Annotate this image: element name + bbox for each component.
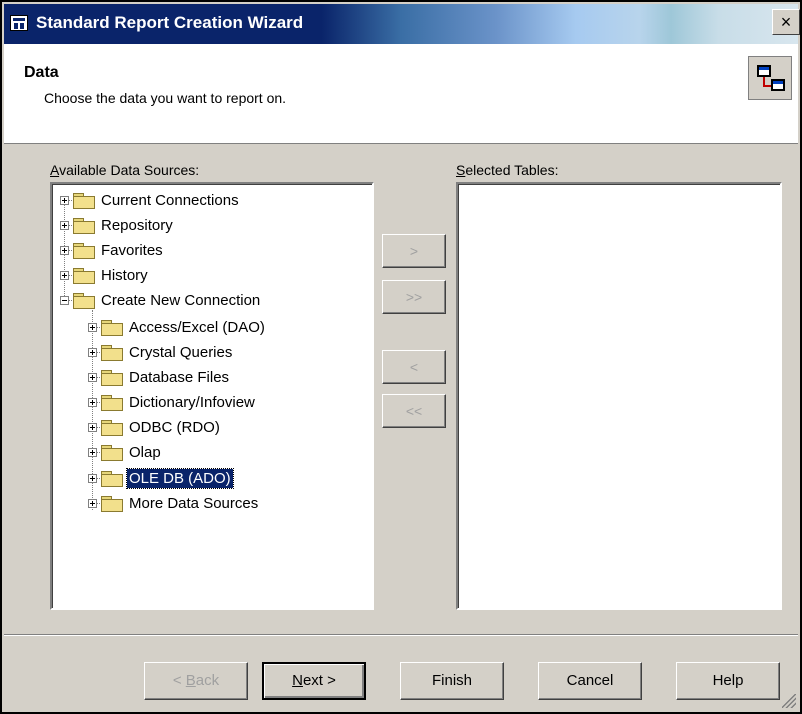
folder-icon bbox=[101, 419, 123, 436]
tree-item-odbc-rdo[interactable]: ODBC (RDO) bbox=[88, 415, 222, 439]
expand-icon[interactable] bbox=[88, 322, 97, 332]
expand-icon[interactable] bbox=[88, 498, 97, 508]
tree-item-favorites[interactable]: Favorites bbox=[60, 238, 165, 262]
tree-item-more-data-sources[interactable]: More Data Sources bbox=[88, 491, 260, 515]
data-tables-icon bbox=[748, 56, 792, 100]
tree-item-create-new-connection[interactable]: Create New Connection bbox=[60, 288, 262, 312]
expand-icon[interactable] bbox=[60, 245, 69, 255]
folder-icon bbox=[73, 192, 95, 209]
folder-icon bbox=[101, 319, 123, 336]
app-window-icon bbox=[10, 15, 28, 31]
available-sources-tree[interactable]: Current Connections Repository Favorites… bbox=[50, 182, 374, 610]
help-button[interactable]: Help bbox=[676, 662, 780, 700]
tree-item-history[interactable]: History bbox=[60, 263, 150, 287]
page-subtitle: Choose the data you want to report on. bbox=[44, 90, 287, 106]
wizard-window: Standard Report Creation Wizard × Data C… bbox=[0, 0, 802, 714]
folder-icon bbox=[73, 217, 95, 234]
expand-icon[interactable] bbox=[60, 195, 69, 205]
finish-button[interactable]: Finish bbox=[400, 662, 504, 700]
folder-icon bbox=[101, 394, 123, 411]
tree-item-current-connections[interactable]: Current Connections bbox=[60, 188, 241, 212]
folder-icon bbox=[101, 344, 123, 361]
back-button[interactable]: < Back bbox=[144, 662, 248, 700]
folder-icon bbox=[101, 444, 123, 461]
tree-item-access-excel-dao[interactable]: Access/Excel (DAO) bbox=[88, 315, 267, 339]
tree-item-crystal-queries[interactable]: Crystal Queries bbox=[88, 340, 234, 364]
cancel-button[interactable]: Cancel bbox=[538, 662, 642, 700]
tree-item-database-files[interactable]: Database Files bbox=[88, 365, 231, 389]
tree-item-olap[interactable]: Olap bbox=[88, 440, 163, 464]
add-all-tables-button[interactable]: >> bbox=[382, 280, 446, 314]
expand-icon[interactable] bbox=[88, 447, 97, 457]
folder-icon bbox=[73, 267, 95, 284]
expand-icon[interactable] bbox=[60, 270, 69, 280]
resize-grip-icon[interactable] bbox=[782, 694, 796, 708]
remove-table-button[interactable]: < bbox=[382, 350, 446, 384]
folder-icon bbox=[101, 495, 123, 512]
wizard-header: Data Choose the data you want to report … bbox=[4, 44, 798, 144]
expand-icon[interactable] bbox=[88, 372, 97, 382]
collapse-icon[interactable] bbox=[60, 295, 69, 305]
tree-item-dictionary-infoview[interactable]: Dictionary/Infoview bbox=[88, 390, 257, 414]
folder-icon bbox=[101, 369, 123, 386]
expand-icon[interactable] bbox=[88, 473, 97, 483]
add-table-button[interactable]: > bbox=[382, 234, 446, 268]
footer-separator bbox=[4, 634, 798, 636]
expand-icon[interactable] bbox=[88, 347, 97, 357]
remove-all-tables-button[interactable]: << bbox=[382, 394, 446, 428]
tree-item-ole-db-ado[interactable]: OLE DB (ADO) bbox=[88, 466, 234, 490]
folder-icon bbox=[101, 470, 123, 487]
available-sources-label: Available Data Sources: bbox=[50, 162, 200, 178]
selected-tables-list[interactable] bbox=[456, 182, 782, 610]
folder-icon bbox=[73, 242, 95, 259]
folder-open-icon bbox=[73, 292, 95, 309]
close-button[interactable]: × bbox=[772, 9, 800, 35]
expand-icon[interactable] bbox=[60, 220, 69, 230]
expand-icon[interactable] bbox=[88, 397, 97, 407]
expand-icon[interactable] bbox=[88, 422, 97, 432]
next-button[interactable]: Next > bbox=[262, 662, 366, 700]
selected-tables-label: Selected Tables: bbox=[456, 162, 559, 178]
tree-item-repository[interactable]: Repository bbox=[60, 213, 175, 237]
title-bar[interactable]: Standard Report Creation Wizard bbox=[4, 4, 798, 44]
page-title: Data bbox=[24, 64, 59, 81]
window-title: Standard Report Creation Wizard bbox=[36, 13, 304, 32]
